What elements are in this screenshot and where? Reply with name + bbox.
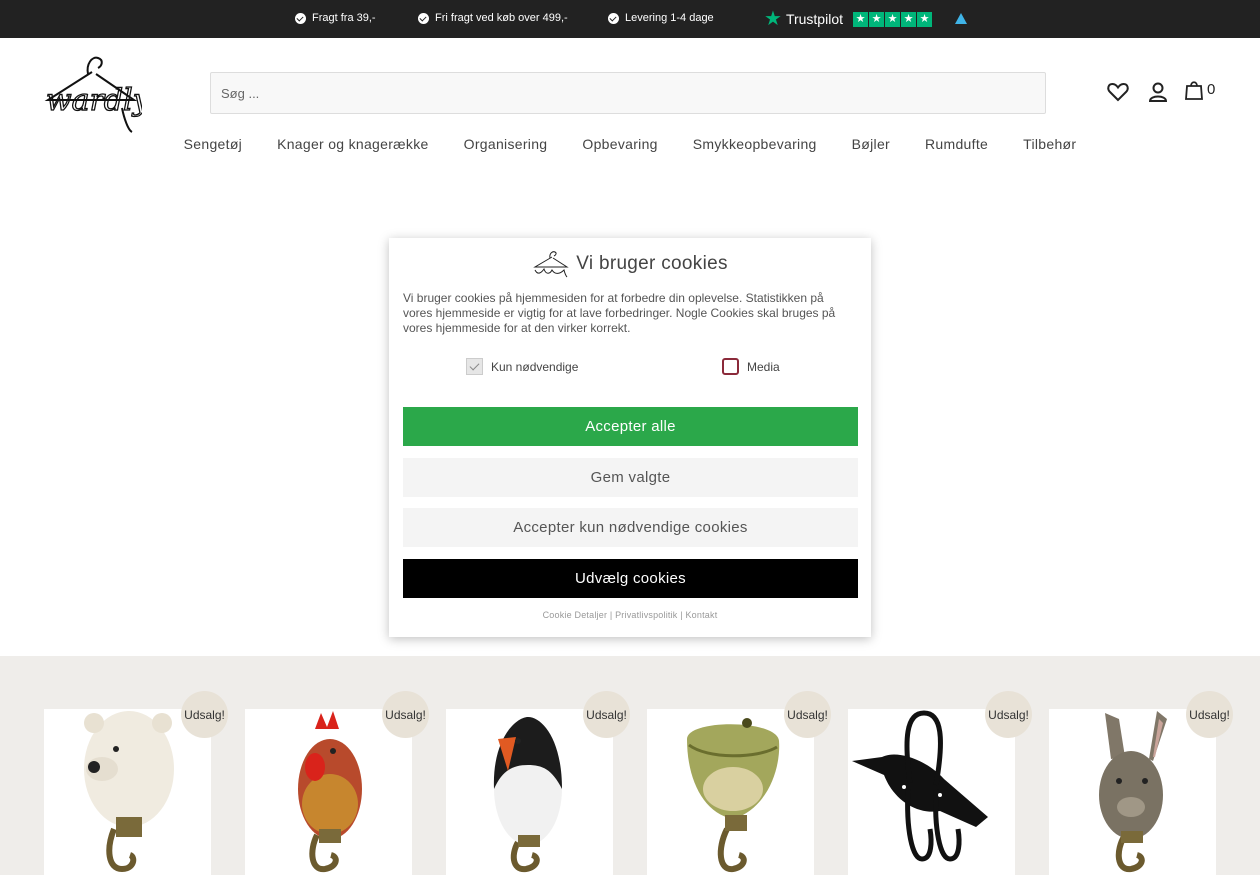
star-icon: ★ xyxy=(869,11,884,27)
check-circle-icon xyxy=(608,12,619,24)
product-card-hare[interactable] xyxy=(1049,709,1216,875)
usp-delivery-time: Levering 1-4 dage xyxy=(608,12,714,24)
polar-bear-hook-image xyxy=(84,711,174,873)
star-icon: ★ xyxy=(901,11,916,27)
trustpilot-star-icon: ★ xyxy=(764,8,782,30)
cart-bag-icon[interactable] xyxy=(1182,78,1206,102)
sale-badge: Udsalg! xyxy=(382,691,429,738)
product-card-polar-bear[interactable] xyxy=(44,709,211,875)
option-necessary[interactable]: Kun nødvendige xyxy=(466,358,578,375)
separator: | xyxy=(609,610,613,620)
top-usp-bar: Fragt fra 39,- Fri fragt ved køb over 49… xyxy=(0,0,1260,38)
user-icon[interactable] xyxy=(1146,80,1170,104)
usp-text: Fri fragt ved køb over 499,- xyxy=(435,12,568,24)
crocodile-hook-image xyxy=(687,718,780,872)
product-card-bird-hook[interactable] xyxy=(848,709,1015,875)
usp-text: Fragt fra 39,- xyxy=(312,12,376,24)
option-media-label: Media xyxy=(747,359,780,374)
nav-item-sengetoj[interactable]: Sengetøj xyxy=(184,136,242,152)
product-card-puffin[interactable] xyxy=(446,709,613,875)
nav-item-organisering[interactable]: Organisering xyxy=(464,136,548,152)
site-logo[interactable]: wardly xyxy=(42,52,151,136)
media-checkbox[interactable] xyxy=(722,358,739,375)
sale-badge: Udsalg! xyxy=(784,691,831,738)
sale-badge: Udsalg! xyxy=(181,691,228,738)
usp-text: Levering 1-4 dage xyxy=(625,12,714,24)
cart-count[interactable]: 0 xyxy=(1207,81,1215,98)
separator: | xyxy=(680,610,683,620)
product-card-crocodile[interactable] xyxy=(647,709,814,875)
search-input[interactable] xyxy=(210,72,1046,114)
usp-free-shipping: Fri fragt ved køb over 499,- xyxy=(418,12,568,24)
trustpilot-rating-stars: ★ ★ ★ ★ ★ xyxy=(853,11,932,27)
nav-item-bojler[interactable]: Bøjler xyxy=(852,136,890,152)
cookie-consent-dialog: Vi bruger cookies Vi bruger cookies på h… xyxy=(389,238,871,637)
privacy-policy-link[interactable]: Privatlivspolitik xyxy=(615,610,677,620)
nav-item-tilbehor[interactable]: Tilbehør xyxy=(1023,136,1076,152)
star-icon: ★ xyxy=(917,11,932,27)
main-nav: Sengetøj Knager og knagerække Organiseri… xyxy=(0,136,1260,152)
trustpilot-widget[interactable]: ★ Trustpilot ★ ★ ★ ★ ★ xyxy=(764,8,932,30)
hanger-logo-icon: wardly xyxy=(44,56,151,133)
cookie-footer-links: Cookie Detaljer | Privatlivspolitik | Ko… xyxy=(389,610,871,620)
accept-all-button[interactable]: Accepter alle xyxy=(403,407,858,446)
check-circle-icon xyxy=(418,12,429,24)
logo-text: wardly xyxy=(46,83,142,118)
warning-icon[interactable] xyxy=(955,13,967,24)
nav-item-opbevaring[interactable]: Opbevaring xyxy=(582,136,657,152)
product-card-rooster[interactable] xyxy=(245,709,412,875)
star-icon: ★ xyxy=(853,11,868,27)
nav-item-smykkeopbevaring[interactable]: Smykkeopbevaring xyxy=(693,136,817,152)
save-selected-button[interactable]: Gem valgte xyxy=(403,458,858,497)
trustpilot-name: Trustpilot xyxy=(785,11,843,27)
bird-coat-hook-image xyxy=(852,710,988,862)
option-necessary-label: Kun nødvendige xyxy=(491,359,579,374)
usp-shipping-price: Fragt fra 39,- xyxy=(295,12,376,24)
accept-necessary-button[interactable]: Accepter kun nødvendige cookies xyxy=(403,508,858,547)
heart-icon[interactable] xyxy=(1106,80,1130,104)
cookie-header: Vi bruger cookies xyxy=(389,250,871,278)
rooster-hook-image xyxy=(298,711,362,873)
select-cookies-button[interactable]: Udvælg cookies xyxy=(403,559,858,598)
nav-item-rumdufte[interactable]: Rumdufte xyxy=(925,136,988,152)
necessary-checkbox[interactable] xyxy=(466,358,483,375)
check-circle-icon xyxy=(295,12,306,24)
hanger-logo-icon xyxy=(533,251,569,278)
sale-badge: Udsalg! xyxy=(1186,691,1233,738)
cookie-title: Vi bruger cookies xyxy=(576,253,728,274)
puffin-hook-image xyxy=(493,717,562,873)
option-media[interactable]: Media xyxy=(722,358,780,375)
hare-hook-image xyxy=(1099,711,1167,873)
contact-link[interactable]: Kontakt xyxy=(685,610,717,620)
nav-item-knager[interactable]: Knager og knagerække xyxy=(277,136,429,152)
sale-badge: Udsalg! xyxy=(985,691,1032,738)
cookie-details-link[interactable]: Cookie Detaljer xyxy=(543,610,608,620)
sale-badge: Udsalg! xyxy=(583,691,630,738)
cookie-description: Vi bruger cookies på hjemmesiden for at … xyxy=(403,291,836,335)
star-icon: ★ xyxy=(885,11,900,27)
